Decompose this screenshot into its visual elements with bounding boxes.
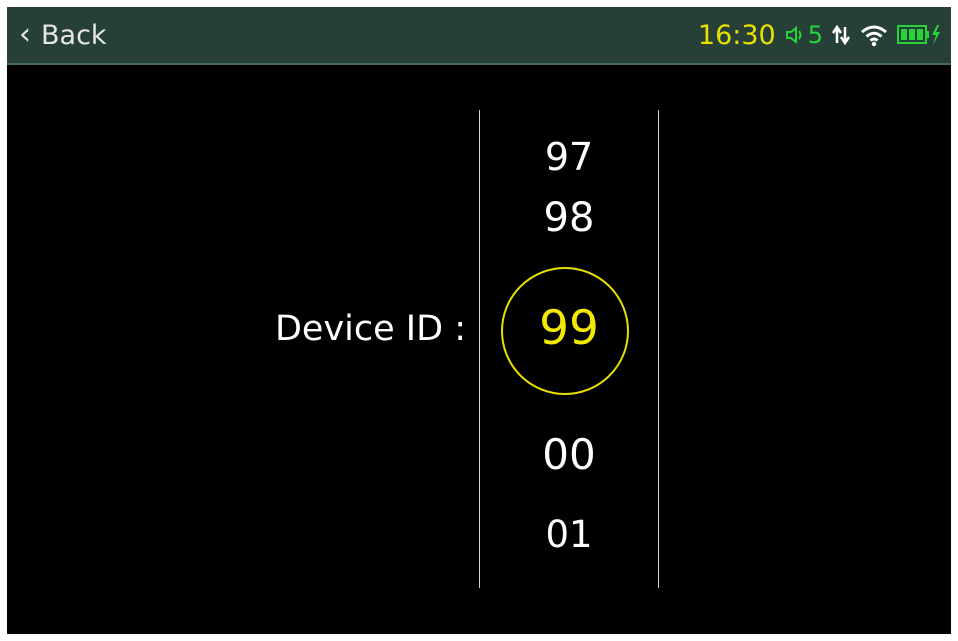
picker-option[interactable]: 97 (480, 135, 658, 179)
data-transfer-icon (831, 24, 851, 46)
back-button[interactable]: ‹ Back (19, 7, 107, 63)
picker-option[interactable]: 00 (480, 430, 658, 479)
chevron-left-icon: ‹ (19, 17, 31, 52)
status-area: 16:30 5 (698, 7, 941, 63)
volume-indicator: 5 (784, 21, 823, 49)
battery-charging-icon (897, 25, 940, 45)
picker-option[interactable]: 01 (480, 513, 658, 556)
top-bar: ‹ Back 16:30 5 (7, 7, 951, 65)
clock: 16:30 (697, 19, 776, 51)
back-label: Back (41, 19, 107, 51)
picker-selected-value[interactable]: 99 (480, 301, 658, 356)
device-id-label: Device ID : (274, 309, 466, 349)
picker-option[interactable]: 98 (480, 195, 658, 241)
speaker-icon (785, 25, 802, 45)
wifi-icon (861, 25, 887, 47)
volume-level: 5 (807, 21, 823, 49)
picker-divider-right (658, 110, 659, 588)
device-screen: ‹ Back 16:30 5 Device ID: 97 98 99 00 0… (7, 7, 951, 634)
